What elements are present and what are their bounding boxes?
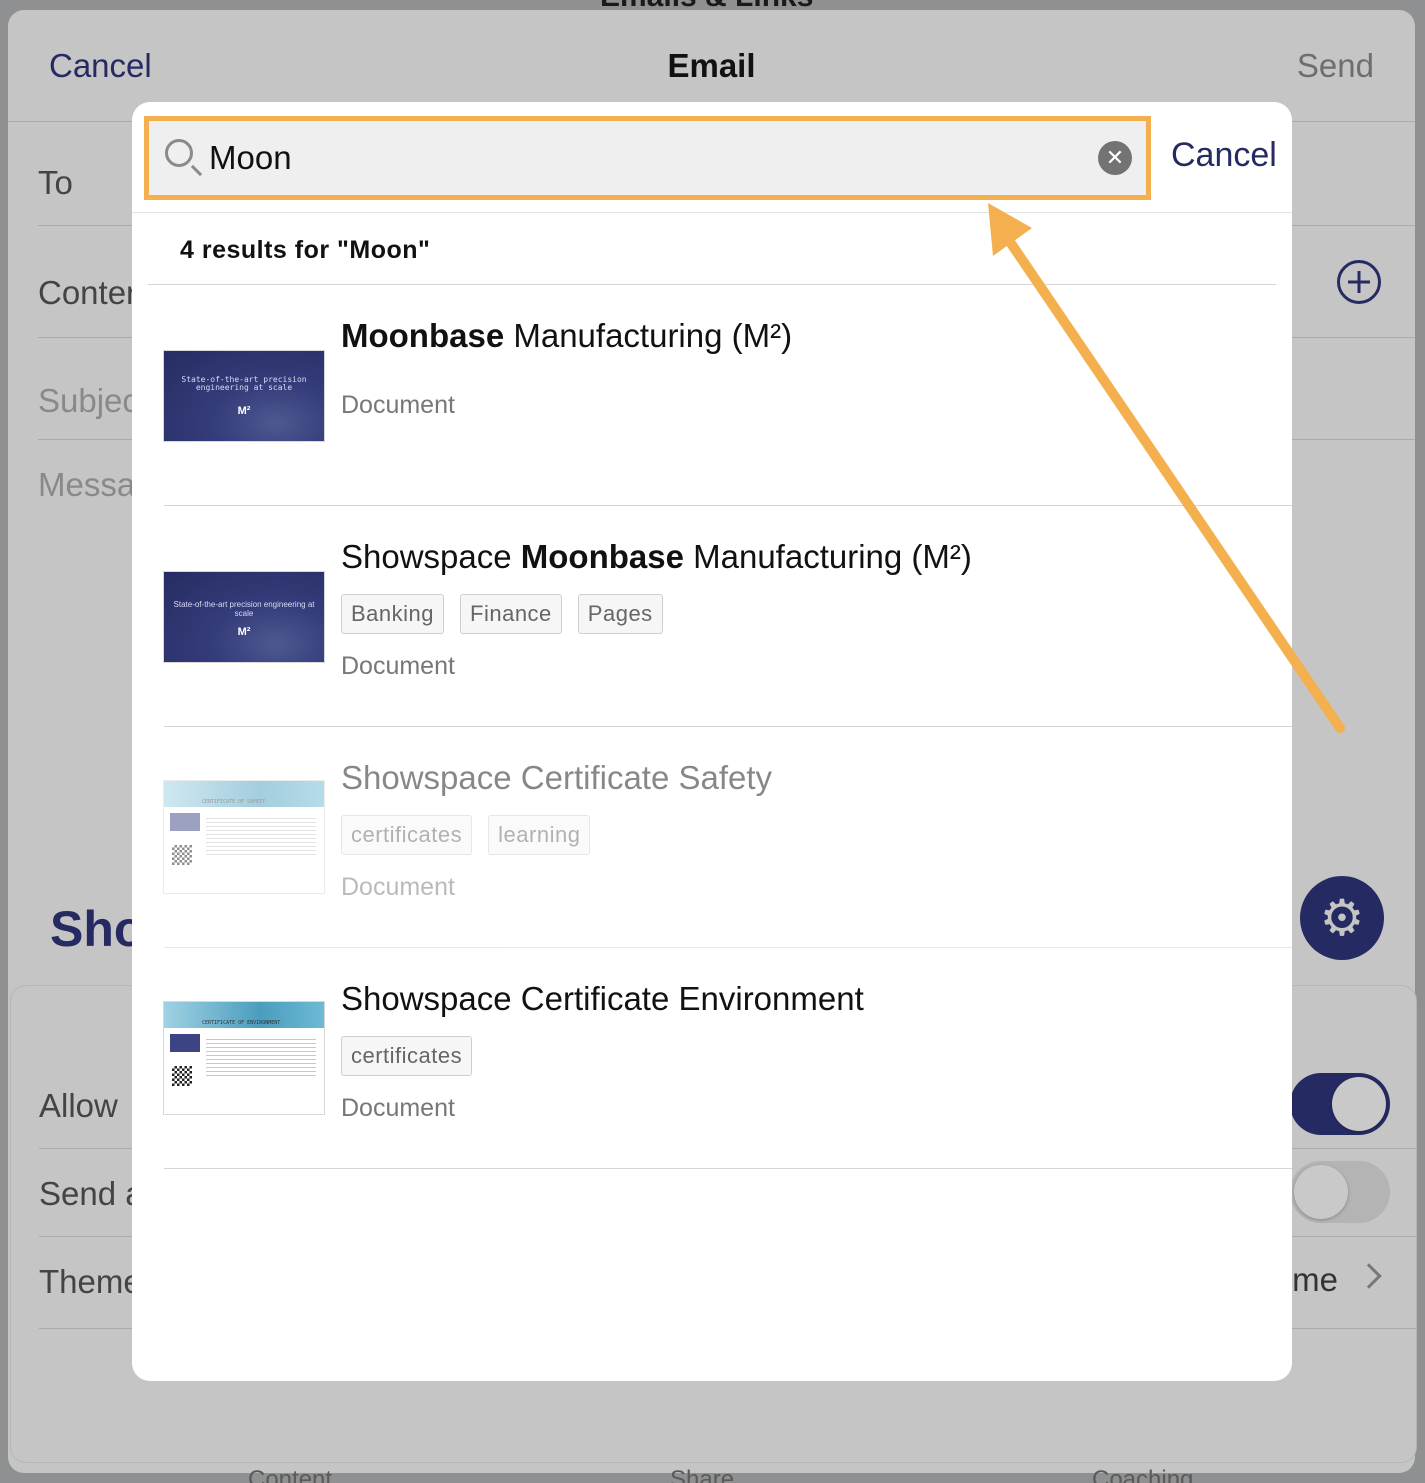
tag-list: certificates <box>341 1036 473 1076</box>
search-result-item[interactable]: CERTIFICATE OF ENVIRONMENT Showspace Cer… <box>164 948 1292 1169</box>
tag: learning <box>488 815 591 855</box>
tab-share[interactable]: Share <box>670 1466 734 1483</box>
results-summary: 4 results for "Moon" <box>180 236 431 264</box>
title-text: Manufacturing (M²) <box>504 317 793 354</box>
qr-code-icon <box>172 1066 192 1086</box>
tag: Pages <box>577 594 663 634</box>
title-text: Manufacturing (M²) <box>683 538 972 575</box>
thumbnail-sidebar <box>170 813 200 831</box>
divider <box>132 212 1292 213</box>
to-label: To <box>38 164 73 201</box>
bottom-tab-bar: Content Share Coaching <box>0 1462 1425 1483</box>
result-title: Showspace Certificate Environment <box>341 980 864 1017</box>
tag: Banking <box>341 594 445 634</box>
search-cancel-button[interactable]: Cancel <box>1171 136 1277 175</box>
allow-label: Allow <box>39 1087 118 1124</box>
title-match: Moonbase <box>341 317 505 354</box>
document-thumbnail: State-of-the-art precision engineering a… <box>164 351 324 441</box>
thumbnail-mark: M² <box>237 405 251 417</box>
content-search-popover: ✕ Cancel 4 results for "Moon" State-of-t… <box>132 102 1292 1381</box>
result-type: Document <box>341 873 455 901</box>
certificate-thumbnail: CERTIFICATE OF ENVIRONMENT <box>164 1002 324 1114</box>
search-input[interactable] <box>209 131 1069 185</box>
tag-list: Banking Finance Pages <box>341 594 663 634</box>
tab-coaching[interactable]: Coaching <box>1092 1466 1193 1483</box>
tag: certificates <box>341 815 473 855</box>
search-icon <box>165 139 193 167</box>
gear-icon[interactable]: ⚙ <box>1300 876 1384 960</box>
clear-icon[interactable]: ✕ <box>1098 141 1132 175</box>
allow-toggle[interactable] <box>1290 1073 1390 1135</box>
toggle-knob <box>1332 1077 1386 1131</box>
email-send-button[interactable]: Send <box>1297 47 1374 85</box>
thumbnail-heading: CERTIFICATE OF SAFETY <box>202 799 266 805</box>
search-bar[interactable]: ✕ <box>144 116 1151 200</box>
thumbnail-sidebar <box>170 1034 200 1052</box>
result-title: Showspace Moonbase Manufacturing (M²) <box>341 538 972 576</box>
tag-list: certificates learning <box>341 815 591 855</box>
thumbnail-mark: M² <box>237 626 251 638</box>
document-thumbnail: State-of-the-art precision engineering a… <box>164 572 324 662</box>
title-text: Showspace <box>341 538 521 575</box>
email-title: Email <box>667 47 756 84</box>
toggle-knob <box>1294 1165 1348 1219</box>
send-label: Send a <box>39 1175 144 1212</box>
result-type: Document <box>341 1094 455 1122</box>
thumbnail-heading: CERTIFICATE OF ENVIRONMENT <box>202 1020 281 1026</box>
result-title: Moonbase Manufacturing (M²) <box>341 317 792 355</box>
qr-code-icon <box>172 845 192 865</box>
send-toggle[interactable] <box>1290 1161 1390 1223</box>
thumbnail-text: engineering at scale <box>195 383 293 392</box>
tag: certificates <box>341 1036 473 1076</box>
search-result-item[interactable]: State-of-the-art precision engineering a… <box>164 506 1292 727</box>
tag: Finance <box>460 594 562 634</box>
search-result-item[interactable]: State-of-the-art precision engineering a… <box>164 285 1292 506</box>
certificate-thumbnail: CERTIFICATE OF SAFETY <box>164 781 324 893</box>
result-type: Document <box>341 652 455 680</box>
title-match: Moonbase <box>520 538 684 575</box>
thumbnail-text: State-of-the-art precision engineering a… <box>173 600 315 618</box>
tab-content[interactable]: Content <box>248 1466 332 1483</box>
thumbnail-lines <box>206 815 316 855</box>
chevron-right-icon <box>1356 1263 1382 1289</box>
result-title: Showspace Certificate Safety <box>341 759 773 796</box>
theme-label: Theme <box>39 1263 142 1300</box>
plus-circle-icon[interactable] <box>1337 260 1381 304</box>
thumbnail-lines <box>206 1036 316 1076</box>
result-type: Document <box>341 391 455 419</box>
search-result-item[interactable]: CERTIFICATE OF SAFETY Showspace Certific… <box>164 727 1292 948</box>
